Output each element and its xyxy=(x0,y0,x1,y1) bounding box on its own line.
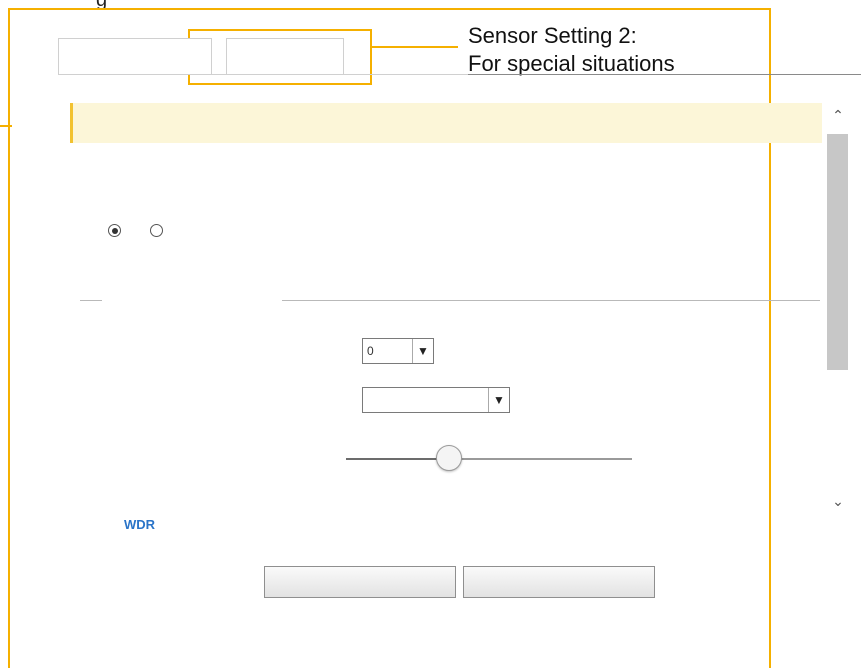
radio-full-view[interactable] xyxy=(108,222,125,238)
wdr-title: WDR xyxy=(124,517,156,532)
chevron-down-icon[interactable]: ▼ xyxy=(488,388,509,412)
callout-connector-line xyxy=(372,46,458,48)
chevron-up-icon[interactable]: ⌃ xyxy=(828,104,848,126)
exposure-level-select[interactable]: 0 ▼ xyxy=(362,338,434,364)
gain-slider-fill xyxy=(346,458,449,460)
exposure-mode-select[interactable]: ▼ xyxy=(362,387,510,413)
chevron-down-icon[interactable]: ⌄ xyxy=(828,490,848,512)
radio-button-roi[interactable] xyxy=(150,224,164,238)
fieldset-border-right xyxy=(282,300,820,301)
radio-roi[interactable] xyxy=(150,222,167,238)
tab-divider xyxy=(58,74,468,75)
callout-underline xyxy=(468,74,861,75)
callout-notch xyxy=(0,125,12,127)
tab-normal-light-mode[interactable] xyxy=(58,38,212,74)
gain-slider-thumb[interactable] xyxy=(435,445,462,471)
save-button[interactable] xyxy=(463,566,655,598)
fieldset-border-left xyxy=(80,300,102,301)
chevron-down-icon[interactable]: ▼ xyxy=(412,339,433,363)
radio-button-full-view[interactable] xyxy=(108,224,121,238)
scrollbar-thumb[interactable] xyxy=(827,134,848,370)
warning-banner xyxy=(70,103,822,143)
callout-text: Sensor Setting 2: For special situations xyxy=(468,22,675,78)
tab-profile-mode[interactable] xyxy=(226,38,344,74)
callout-line-1: Sensor Setting 2: xyxy=(468,23,637,48)
exposure-level-value: 0 xyxy=(367,344,374,358)
measurement-radio-group xyxy=(108,222,189,238)
restore-button[interactable] xyxy=(264,566,456,598)
